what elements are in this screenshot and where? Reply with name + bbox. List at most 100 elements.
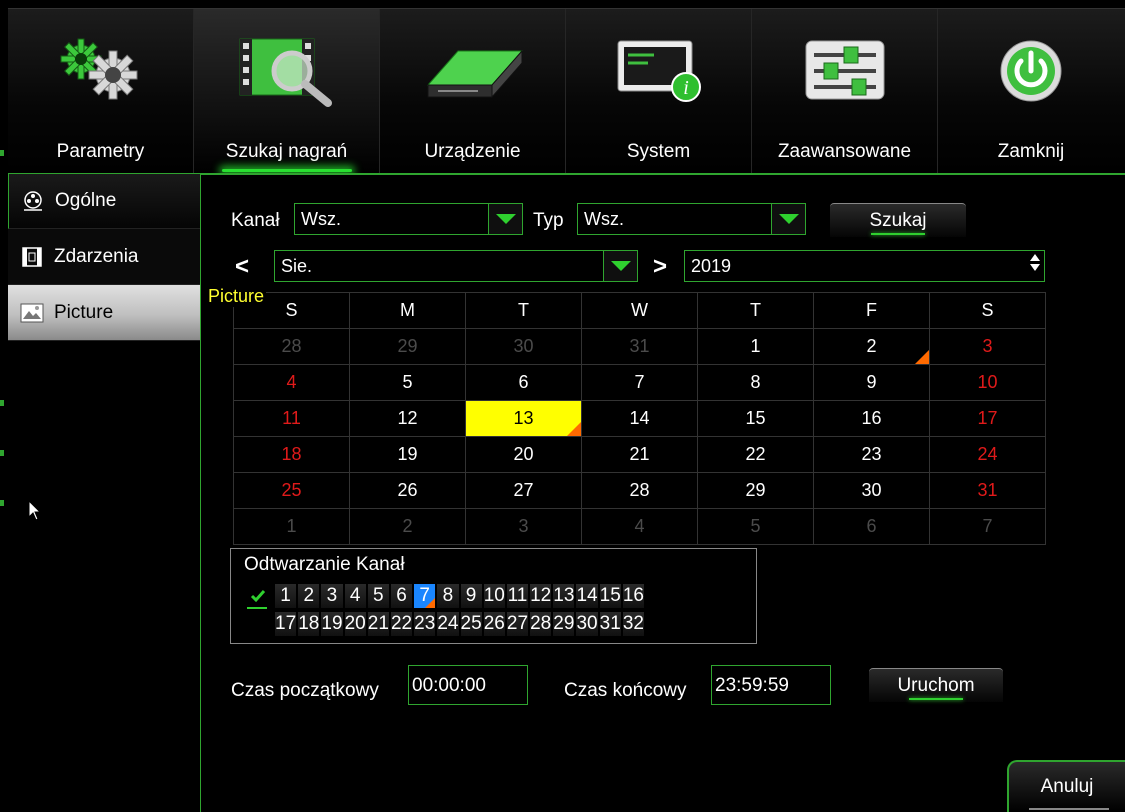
calendar-day[interactable]: 7 xyxy=(929,508,1046,545)
calendar-day[interactable]: 28 xyxy=(581,472,698,509)
type-select[interactable]: Wsz. xyxy=(577,203,806,235)
calendar-day[interactable]: 24 xyxy=(929,436,1046,473)
chevron-down-icon[interactable] xyxy=(603,251,637,281)
channel-toggle-17[interactable]: 17 xyxy=(274,611,298,637)
calendar-day[interactable]: 5 xyxy=(697,508,814,545)
channel-toggle-5[interactable]: 5 xyxy=(366,583,390,609)
calendar-week-row: 4 5 6 7 8 9 10 xyxy=(233,364,1046,401)
calendar-day[interactable]: 29 xyxy=(697,472,814,509)
calendar-day[interactable]: 30 xyxy=(465,328,582,365)
channel-toggle-27[interactable]: 27 xyxy=(505,611,530,637)
calendar-day[interactable]: 4 xyxy=(581,508,698,545)
calendar-day[interactable]: 29 xyxy=(349,328,466,365)
chevron-down-icon[interactable] xyxy=(771,204,805,234)
channel-select[interactable]: Wsz. xyxy=(294,203,523,235)
channel-toggle-22[interactable]: 22 xyxy=(389,611,414,637)
channel-toggle-8[interactable]: 8 xyxy=(436,583,460,609)
spinner-arrows-icon[interactable] xyxy=(1030,254,1040,271)
channel-toggle-26[interactable]: 26 xyxy=(482,611,506,637)
cancel-button[interactable]: Anuluj xyxy=(1007,760,1125,812)
calendar-day[interactable]: 31 xyxy=(929,472,1046,509)
channel-toggle-21[interactable]: 21 xyxy=(366,611,390,637)
select-all-checkbox[interactable] xyxy=(247,585,269,607)
calendar-day[interactable]: 1 xyxy=(233,508,350,545)
nav-item-system[interactable]: i System xyxy=(566,9,752,174)
sidebar-item-zdarzenia[interactable]: Zdarzenia xyxy=(8,229,200,285)
calendar-day[interactable]: 1 xyxy=(697,328,814,365)
channel-toggle-29[interactable]: 29 xyxy=(552,611,576,637)
month-select[interactable]: Sie. xyxy=(274,250,638,282)
nav-item-zamknij[interactable]: Zamknij xyxy=(938,9,1124,174)
channel-toggle-19[interactable]: 19 xyxy=(320,611,344,637)
channel-toggle-6[interactable]: 6 xyxy=(389,583,414,609)
calendar-day[interactable]: 30 xyxy=(813,472,930,509)
calendar-day[interactable]: 22 xyxy=(697,436,814,473)
calendar-day[interactable]: 5 xyxy=(349,364,466,401)
calendar-day[interactable]: 16 xyxy=(813,400,930,437)
calendar-day[interactable]: 9 xyxy=(813,364,930,401)
calendar-day[interactable]: 26 xyxy=(349,472,466,509)
calendar-day[interactable]: 14 xyxy=(581,400,698,437)
start-time-input[interactable]: 00:00:00 xyxy=(408,665,528,705)
calendar-day-with-recording[interactable]: 2 xyxy=(813,328,930,365)
calendar-day-selected[interactable]: 13 xyxy=(465,400,582,437)
calendar-day[interactable]: 18 xyxy=(233,436,350,473)
channel-toggle-16[interactable]: 16 xyxy=(621,583,645,609)
channel-toggle-20[interactable]: 20 xyxy=(343,611,367,637)
calendar-day[interactable]: 19 xyxy=(349,436,466,473)
calendar-day[interactable]: 28 xyxy=(233,328,350,365)
calendar-day[interactable]: 6 xyxy=(465,364,582,401)
calendar-day[interactable]: 11 xyxy=(233,400,350,437)
channel-toggle-31[interactable]: 31 xyxy=(598,611,622,637)
channel-toggle-13[interactable]: 13 xyxy=(552,583,576,609)
chevron-down-icon[interactable] xyxy=(488,204,522,234)
calendar-day[interactable]: 7 xyxy=(581,364,698,401)
calendar-day[interactable]: 8 xyxy=(697,364,814,401)
channel-toggle-3[interactable]: 3 xyxy=(320,583,344,609)
nav-item-szukaj-nagran[interactable]: Szukaj nagrań xyxy=(194,9,380,174)
channel-toggle-11[interactable]: 11 xyxy=(505,583,530,609)
calendar-day[interactable]: 23 xyxy=(813,436,930,473)
nav-item-urzadzenie[interactable]: Urządzenie xyxy=(380,9,566,174)
channel-toggle-15[interactable]: 15 xyxy=(598,583,622,609)
nav-item-parametry[interactable]: Parametry xyxy=(8,9,194,174)
calendar-day[interactable]: 17 xyxy=(929,400,1046,437)
calendar-day[interactable]: 12 xyxy=(349,400,466,437)
channel-toggle-1[interactable]: 1 xyxy=(274,583,298,609)
calendar-day[interactable]: 6 xyxy=(813,508,930,545)
channel-toggle-28[interactable]: 28 xyxy=(529,611,553,637)
sidebar-item-picture[interactable]: Picture xyxy=(8,285,200,341)
calendar-day[interactable]: 3 xyxy=(465,508,582,545)
channel-toggle-12[interactable]: 12 xyxy=(529,583,553,609)
channel-toggle-14[interactable]: 14 xyxy=(575,583,599,609)
channel-toggle-24[interactable]: 24 xyxy=(436,611,460,637)
calendar-day[interactable]: 20 xyxy=(465,436,582,473)
calendar-day[interactable]: 4 xyxy=(233,364,350,401)
channel-toggle-23[interactable]: 23 xyxy=(413,611,437,637)
sidebar-item-ogolne[interactable]: Ogólne xyxy=(8,173,200,229)
end-time-input[interactable]: 23:59:59 xyxy=(711,665,831,705)
search-button[interactable]: Szukaj xyxy=(830,203,966,237)
channel-toggle-4[interactable]: 4 xyxy=(343,583,367,609)
calendar-day[interactable]: 21 xyxy=(581,436,698,473)
channel-toggle-2[interactable]: 2 xyxy=(297,583,321,609)
channel-toggle-25[interactable]: 25 xyxy=(459,611,483,637)
calendar-day[interactable]: 3 xyxy=(929,328,1046,365)
channel-toggle-10[interactable]: 10 xyxy=(482,583,506,609)
calendar-day[interactable]: 10 xyxy=(929,364,1046,401)
nav-item-zaawansowane[interactable]: Zaawansowane xyxy=(752,9,938,174)
channel-toggle-32[interactable]: 32 xyxy=(621,611,645,637)
next-month-arrow[interactable]: > xyxy=(653,253,667,281)
calendar-day[interactable]: 27 xyxy=(465,472,582,509)
calendar-day[interactable]: 2 xyxy=(349,508,466,545)
year-spinner[interactable]: 2019 xyxy=(684,250,1045,282)
calendar-day[interactable]: 25 xyxy=(233,472,350,509)
calendar-day[interactable]: 31 xyxy=(581,328,698,365)
channel-toggle-18[interactable]: 18 xyxy=(297,611,321,637)
run-playback-button[interactable]: Uruchom xyxy=(869,668,1003,702)
channel-toggle-9[interactable]: 9 xyxy=(459,583,483,609)
channel-toggle-30[interactable]: 30 xyxy=(575,611,599,637)
prev-month-arrow[interactable]: < xyxy=(235,253,249,281)
calendar-day[interactable]: 15 xyxy=(697,400,814,437)
channel-toggle-7[interactable]: 7 xyxy=(413,583,437,609)
